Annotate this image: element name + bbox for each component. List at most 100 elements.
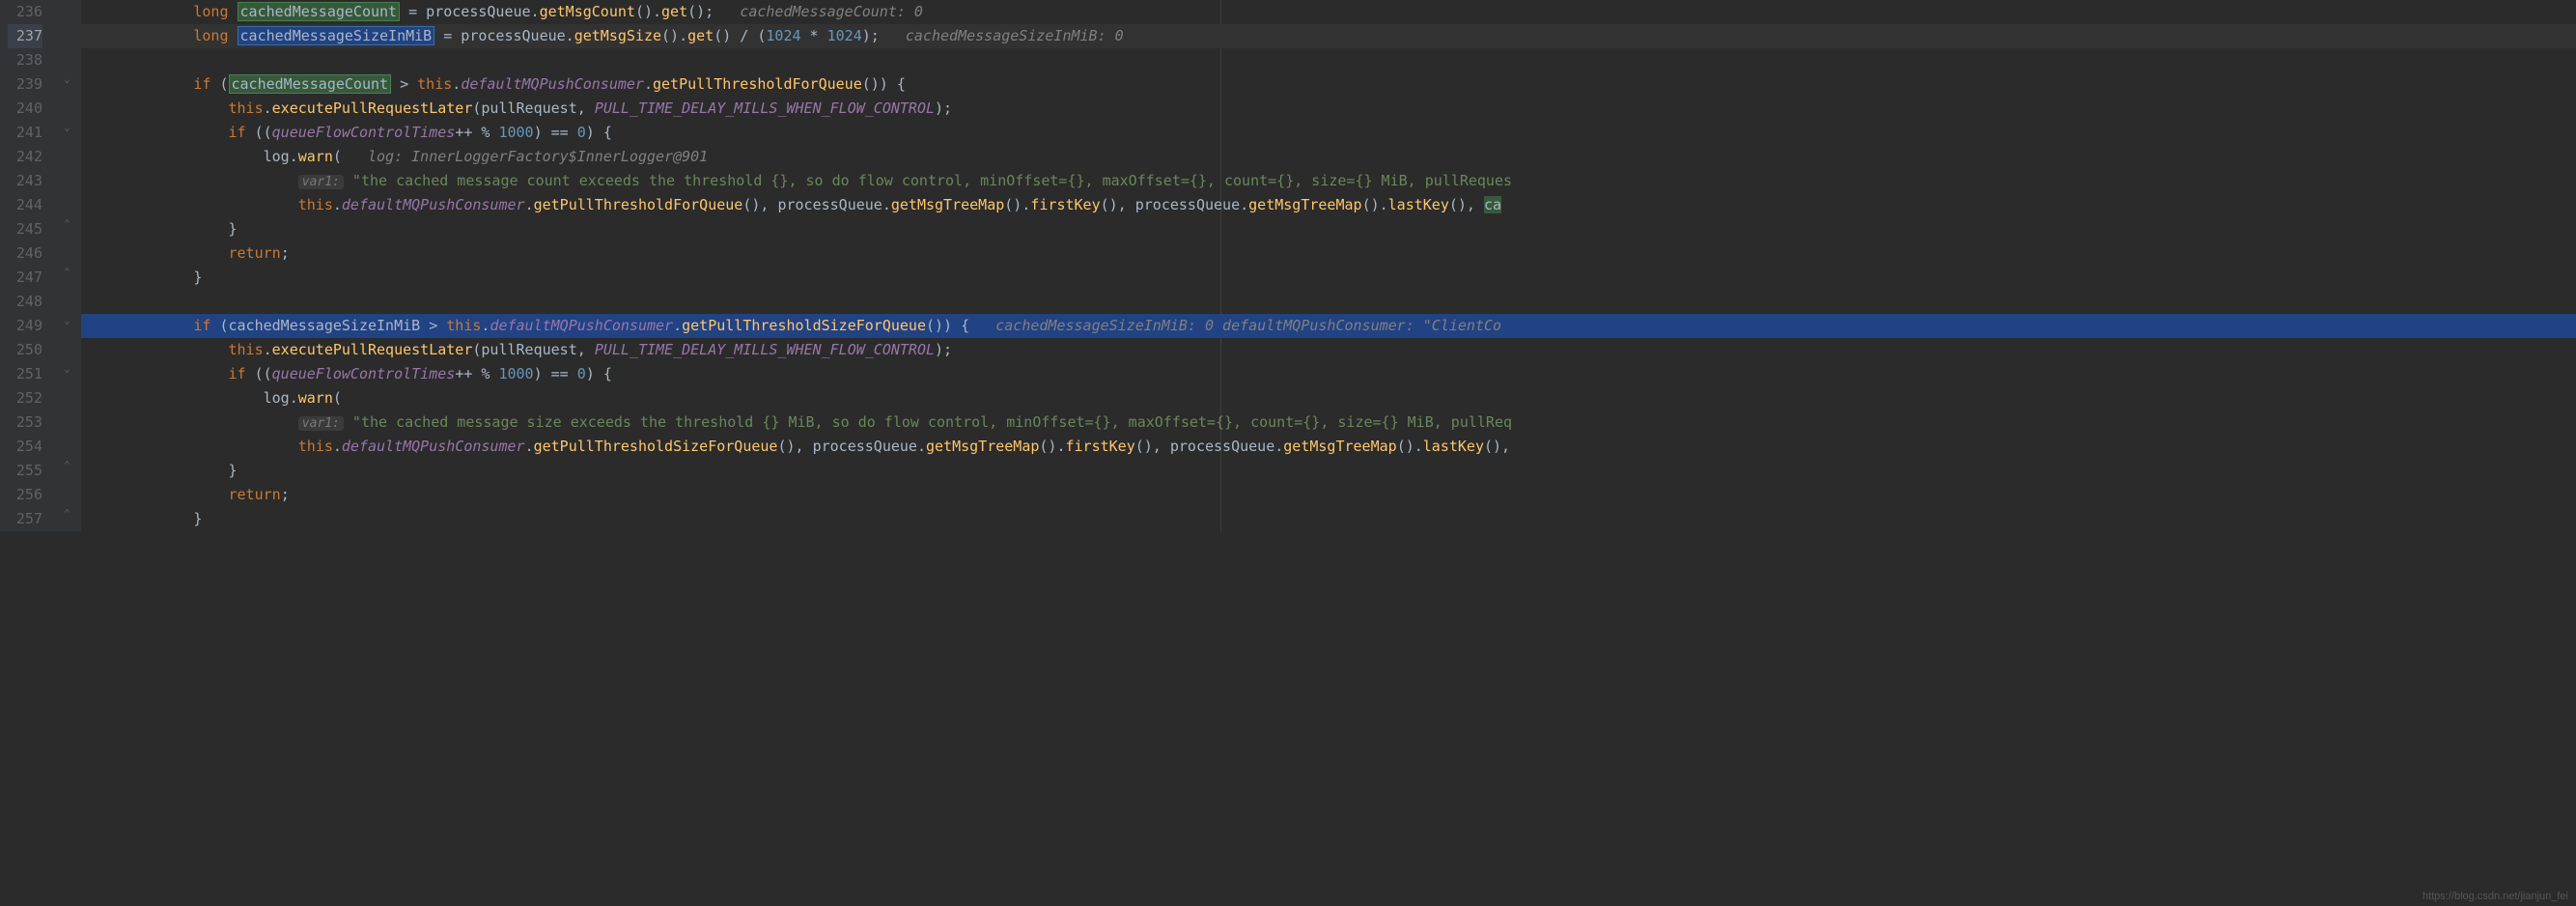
method: warn bbox=[298, 389, 333, 407]
field: defaultMQPushConsumer bbox=[490, 317, 673, 334]
code-text: . bbox=[264, 99, 272, 117]
brace: } bbox=[193, 269, 202, 286]
method: executePullRequestLater bbox=[272, 341, 473, 358]
method: getMsgTreeMap bbox=[1248, 196, 1361, 213]
code-line[interactable]: if ((queueFlowControlTimes++ % 1000) == … bbox=[81, 362, 2576, 386]
method: firstKey bbox=[1066, 438, 1135, 455]
code-line-current[interactable]: long cachedMessageSizeInMiB = processQue… bbox=[81, 24, 2576, 48]
code-line[interactable]: log.warn( log: InnerLoggerFactory$InnerL… bbox=[81, 145, 2576, 169]
code-text: (( bbox=[246, 124, 272, 141]
keyword: this bbox=[298, 196, 333, 213]
code-text: (). bbox=[1397, 438, 1423, 455]
number: 1024 bbox=[766, 27, 800, 44]
method: getMsgTreeMap bbox=[1283, 438, 1396, 455]
line-number: 253 bbox=[8, 411, 42, 435]
code-text: (), bbox=[1484, 438, 1510, 455]
code-text: (); bbox=[687, 3, 714, 20]
code-line[interactable]: } bbox=[81, 507, 2576, 531]
method: getMsgTreeMap bbox=[926, 438, 1039, 455]
code-text: (( bbox=[246, 365, 272, 382]
method: getMsgCount bbox=[540, 3, 635, 20]
code-text: ) == bbox=[534, 124, 577, 141]
watermark: https://blog.csdn.net/jianjun_fei bbox=[2422, 891, 2568, 902]
constant: PULL_TIME_DELAY_MILLS_WHEN_FLOW_CONTROL bbox=[595, 99, 935, 117]
code-text: ) { bbox=[586, 124, 612, 141]
fold-end-icon[interactable]: ⌃ bbox=[64, 507, 70, 520]
fold-icon[interactable]: ⌄ bbox=[64, 121, 70, 133]
code-text: . bbox=[333, 196, 342, 213]
method: getPullThresholdForQueue bbox=[653, 75, 862, 93]
fold-icon[interactable]: ⌄ bbox=[64, 362, 70, 375]
code-text: (), bbox=[1449, 196, 1484, 213]
number: 1024 bbox=[827, 27, 862, 44]
keyword: this bbox=[229, 99, 264, 117]
variable-highlight: cachedMessageCount bbox=[229, 74, 392, 94]
code-text: (pullRequest, bbox=[472, 99, 594, 117]
code-text: ( bbox=[333, 148, 342, 165]
code-content[interactable]: long cachedMessageCount = processQueue.g… bbox=[81, 0, 2576, 531]
method: getPullThresholdForQueue bbox=[534, 196, 743, 213]
fold-gutter[interactable]: ⌄ ⌄ ⌃ ⌃ ⌄ ⌄ ⌃ ⌃ bbox=[60, 0, 81, 531]
line-number: 240 bbox=[8, 97, 42, 121]
code-line[interactable]: return; bbox=[81, 241, 2576, 266]
line-number: 250 bbox=[8, 338, 42, 362]
brace: } bbox=[193, 510, 202, 527]
code-text: . bbox=[290, 148, 298, 165]
param-hint: var1: bbox=[298, 416, 344, 431]
code-text: ++ % bbox=[455, 365, 498, 382]
code-line[interactable]: this.executePullRequestLater(pullRequest… bbox=[81, 97, 2576, 121]
keyword: long bbox=[193, 3, 228, 20]
inline-hint: cachedMessageSizeInMiB: 0 defaultMQPushC… bbox=[995, 317, 1501, 334]
keyword: if bbox=[193, 75, 210, 93]
code-editor[interactable]: 236 237 238 239 240 241 242 243 244 245 … bbox=[0, 0, 2576, 531]
fold-icon[interactable]: ⌄ bbox=[64, 314, 70, 326]
fold-end-icon[interactable]: ⌃ bbox=[64, 217, 70, 230]
number: 1000 bbox=[498, 365, 533, 382]
fold-end-icon[interactable]: ⌃ bbox=[64, 266, 70, 278]
code-line[interactable]: long cachedMessageCount = processQueue.g… bbox=[81, 0, 2576, 24]
line-number: 251 bbox=[8, 362, 42, 386]
code-text: ) == bbox=[534, 365, 577, 382]
code-line[interactable]: var1: "the cached message size exceeds t… bbox=[81, 411, 2576, 435]
method: getMsgTreeMap bbox=[891, 196, 1004, 213]
code-line[interactable] bbox=[81, 290, 2576, 314]
line-number: 249 bbox=[8, 314, 42, 338]
code-line[interactable]: log.warn( bbox=[81, 386, 2576, 411]
code-text: ; bbox=[281, 486, 290, 503]
code-line[interactable]: this.defaultMQPushConsumer.getPullThresh… bbox=[81, 435, 2576, 459]
keyword: this bbox=[446, 317, 481, 334]
keyword: if bbox=[229, 365, 246, 382]
code-line[interactable] bbox=[81, 48, 2576, 72]
code-text: > bbox=[391, 75, 417, 93]
line-number-gutter: 236 237 238 239 240 241 242 243 244 245 … bbox=[0, 0, 60, 531]
code-line[interactable]: this.defaultMQPushConsumer.getPullThresh… bbox=[81, 193, 2576, 217]
line-number: 256 bbox=[8, 483, 42, 507]
line-number: 243 bbox=[8, 169, 42, 193]
code-line[interactable]: this.executePullRequestLater(pullRequest… bbox=[81, 338, 2576, 362]
code-line[interactable]: } bbox=[81, 459, 2576, 483]
code-line[interactable]: return; bbox=[81, 483, 2576, 507]
field: queueFlowControlTimes bbox=[272, 365, 456, 382]
code-text: . bbox=[452, 75, 461, 93]
param-hint: var1: bbox=[298, 175, 344, 189]
line-number: 236 bbox=[8, 0, 42, 24]
code-line[interactable]: var1: "the cached message count exceeds … bbox=[81, 169, 2576, 193]
fold-end-icon[interactable]: ⌃ bbox=[64, 459, 70, 471]
code-line-execution[interactable]: if (cachedMessageSizeInMiB > this.defaul… bbox=[81, 314, 2576, 338]
method: lastKey bbox=[1423, 438, 1484, 455]
code-text: ; bbox=[281, 244, 290, 262]
line-number: 245 bbox=[8, 217, 42, 241]
code-line[interactable]: } bbox=[81, 266, 2576, 290]
string: "the cached message size exceeds the thr… bbox=[352, 413, 1512, 431]
method: get bbox=[687, 27, 714, 44]
code-line[interactable]: if ((queueFlowControlTimes++ % 1000) == … bbox=[81, 121, 2576, 145]
code-text: ); bbox=[935, 341, 952, 358]
code-text: . bbox=[290, 389, 298, 407]
keyword: return bbox=[229, 486, 281, 503]
method: getPullThresholdSizeForQueue bbox=[534, 438, 778, 455]
line-number: 244 bbox=[8, 193, 42, 217]
code-line[interactable]: if (cachedMessageCount > this.defaultMQP… bbox=[81, 72, 2576, 97]
code-text: ( bbox=[210, 75, 228, 93]
code-line[interactable]: } bbox=[81, 217, 2576, 241]
fold-icon[interactable]: ⌄ bbox=[64, 72, 70, 85]
